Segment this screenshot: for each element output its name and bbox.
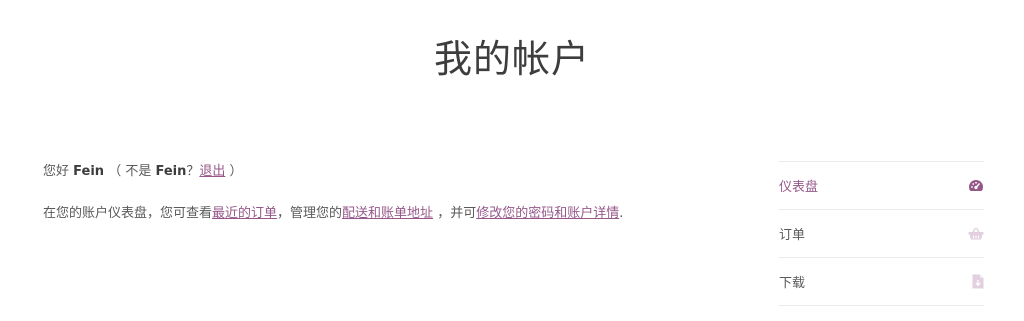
greeting-question: ？ bbox=[186, 164, 200, 179]
shopping-basket-icon bbox=[968, 226, 984, 242]
account-dashboard-content: 您好 Fein （ 不是 Fein？退出 ） 在您的账户仪表盘，您可查看最近的订… bbox=[43, 158, 743, 228]
account-details-link[interactable]: 修改您的密码和账户详情 bbox=[476, 206, 619, 221]
dashboard-description: 在您的账户仪表盘，您可查看最近的订单，管理您的配送和账单地址 ，并可修改您的密码… bbox=[43, 200, 743, 228]
logout-link[interactable]: 退出 bbox=[199, 164, 225, 179]
addresses-link[interactable]: 配送和账单地址 bbox=[342, 206, 433, 221]
nav-item-label: 仪表盘 bbox=[779, 180, 819, 195]
greeting-line: 您好 Fein （ 不是 Fein？退出 ） bbox=[43, 158, 743, 186]
dashboard-text-part2: ，管理您的 bbox=[277, 206, 343, 221]
nav-item-dashboard[interactable]: 仪表盘 bbox=[779, 162, 984, 210]
account-navigation: 仪表盘 订单 下载 bbox=[779, 161, 984, 306]
dashboard-text-part3: ，并可 bbox=[437, 206, 477, 221]
greeting-not-prefix: （ 不是 bbox=[108, 164, 152, 179]
greeting-username: Fein bbox=[73, 164, 105, 179]
greeting-hello: 您好 bbox=[43, 164, 70, 179]
nav-item-label: 下载 bbox=[779, 276, 806, 291]
recent-orders-link[interactable]: 最近的订单 bbox=[212, 206, 277, 221]
dashboard-text-part4: . bbox=[619, 206, 624, 221]
nav-item-downloads[interactable]: 下载 bbox=[779, 258, 984, 306]
file-download-icon bbox=[968, 274, 984, 290]
nav-item-label: 订单 bbox=[779, 228, 806, 243]
page-title: 我的帐户 bbox=[433, 37, 590, 81]
dashboard-gauge-icon bbox=[968, 178, 984, 194]
greeting-close: ） bbox=[229, 164, 243, 179]
nav-item-orders[interactable]: 订单 bbox=[779, 210, 984, 258]
dashboard-text-part1: 在您的账户仪表盘，您可查看 bbox=[43, 206, 213, 221]
greeting-username-2: Fein bbox=[155, 164, 187, 179]
